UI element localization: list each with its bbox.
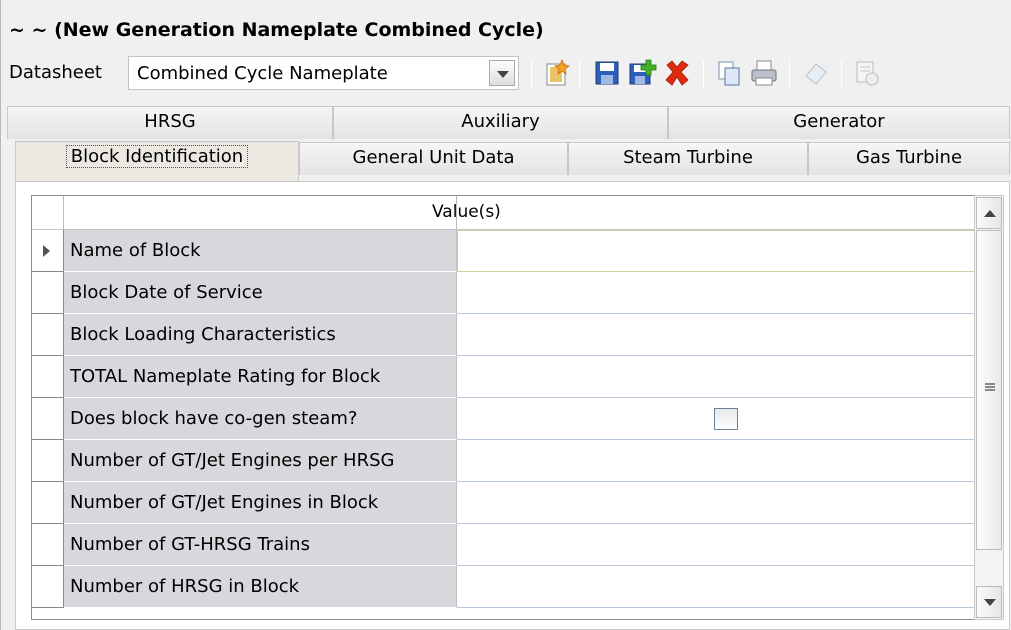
value-input[interactable] bbox=[457, 566, 975, 608]
tab-block-identification[interactable]: Block Identification bbox=[15, 141, 299, 181]
grid-row: Name of Block bbox=[32, 230, 975, 272]
field-label: Block Date of Service bbox=[64, 272, 457, 314]
header-field-cell bbox=[64, 196, 457, 230]
row-selector[interactable] bbox=[32, 440, 64, 482]
copy-icon[interactable] bbox=[714, 58, 744, 88]
row-selector[interactable] bbox=[32, 398, 64, 440]
tab-label: Auxiliary bbox=[461, 111, 540, 132]
value-input[interactable] bbox=[457, 272, 975, 314]
record-title: ~ ~ (New Generation Nameplate Combined C… bbox=[9, 19, 544, 41]
grid-row: TOTAL Nameplate Rating for Block bbox=[32, 356, 975, 398]
delete-icon[interactable] bbox=[662, 58, 692, 88]
tab-label: General Unit Data bbox=[352, 147, 515, 168]
scroll-up-icon[interactable] bbox=[976, 197, 1002, 229]
tab-generator[interactable]: Generator bbox=[668, 106, 1010, 139]
header-selector-cell bbox=[32, 196, 64, 230]
row-selector[interactable] bbox=[32, 482, 64, 524]
chevron-down-icon[interactable] bbox=[489, 60, 515, 86]
field-label: Name of Block bbox=[64, 230, 457, 272]
grid-row: Number of GT-HRSG Trains bbox=[32, 524, 975, 566]
grid-row: Block Date of Service bbox=[32, 272, 975, 314]
save-as-new-icon[interactable] bbox=[627, 58, 657, 88]
current-row-pointer-icon bbox=[43, 245, 50, 257]
toolbar-separator bbox=[579, 60, 580, 90]
value-input[interactable] bbox=[457, 356, 975, 398]
grid-row: Block Loading Characteristics bbox=[32, 314, 975, 356]
field-label: Number of GT/Jet Engines in Block bbox=[64, 482, 457, 524]
datasheet-label: Datasheet bbox=[9, 62, 102, 83]
header-values: Value(s) bbox=[432, 202, 501, 222]
row-selector[interactable] bbox=[32, 230, 64, 272]
grid-header: Value(s) bbox=[32, 196, 975, 230]
disabled-report-icon bbox=[856, 61, 879, 86]
cogen-steam-checkbox[interactable] bbox=[714, 408, 738, 430]
toolbar-separator bbox=[703, 60, 704, 90]
tab-general-unit-data[interactable]: General Unit Data bbox=[299, 142, 568, 175]
datasheet-window: ~ ~ (New Generation Nameplate Combined C… bbox=[0, 0, 1011, 630]
grip-icon bbox=[985, 383, 995, 391]
value-input[interactable] bbox=[457, 482, 975, 524]
tab-label: Block Identification bbox=[65, 145, 249, 168]
toolbar-separator bbox=[531, 60, 532, 90]
tab-label: Generator bbox=[793, 111, 885, 132]
print-icon[interactable] bbox=[749, 58, 779, 88]
scroll-down-icon[interactable] bbox=[976, 586, 1002, 618]
row-selector[interactable] bbox=[32, 356, 64, 398]
vertical-scrollbar[interactable] bbox=[974, 195, 1004, 620]
datasheet-selected-value: Combined Cycle Nameplate bbox=[137, 63, 388, 84]
tab-label: HRSG bbox=[144, 111, 196, 132]
datasheet-select[interactable]: Combined Cycle Nameplate bbox=[128, 56, 519, 90]
toolbar-separator bbox=[789, 60, 790, 90]
row-selector[interactable] bbox=[32, 314, 64, 356]
tab-label: Gas Turbine bbox=[855, 147, 963, 168]
tab-auxiliary[interactable]: Auxiliary bbox=[333, 106, 668, 139]
row-selector[interactable] bbox=[32, 566, 64, 608]
field-label: Number of HRSG in Block bbox=[64, 566, 457, 608]
value-input[interactable] bbox=[457, 230, 975, 272]
tab-steam-turbine[interactable]: Steam Turbine bbox=[568, 142, 808, 175]
field-label: Block Loading Characteristics bbox=[64, 314, 457, 356]
tab-hrsg[interactable]: HRSG bbox=[7, 106, 333, 139]
new-icon[interactable] bbox=[542, 58, 572, 88]
grid-row: Number of HRSG in Block bbox=[32, 566, 975, 608]
field-label: Number of GT-HRSG Trains bbox=[64, 524, 457, 566]
row-selector[interactable] bbox=[32, 524, 64, 566]
clear-icon bbox=[805, 63, 827, 85]
toolbar-separator bbox=[841, 60, 842, 90]
value-input[interactable] bbox=[457, 524, 975, 566]
value-input[interactable] bbox=[457, 314, 975, 356]
tab-label: Steam Turbine bbox=[623, 147, 753, 168]
field-label: Does block have co-gen steam? bbox=[64, 398, 457, 440]
datasheet-grid: Value(s) Name of Block Block Date of Ser… bbox=[31, 195, 976, 620]
grid-row: Number of GT/Jet Engines per HRSG bbox=[32, 440, 975, 482]
field-label: TOTAL Nameplate Rating for Block bbox=[64, 356, 457, 398]
value-input[interactable] bbox=[457, 440, 975, 482]
row-selector[interactable] bbox=[32, 272, 64, 314]
field-label: Number of GT/Jet Engines per HRSG bbox=[64, 440, 457, 482]
scroll-thumb[interactable] bbox=[976, 230, 1002, 550]
save-icon[interactable] bbox=[592, 58, 622, 88]
grid-row: Does block have co-gen steam? bbox=[32, 398, 975, 440]
tab-gas-turbine[interactable]: Gas Turbine bbox=[808, 142, 1010, 175]
value-cell bbox=[457, 398, 975, 440]
grid-row: Number of GT/Jet Engines in Block bbox=[32, 482, 975, 524]
